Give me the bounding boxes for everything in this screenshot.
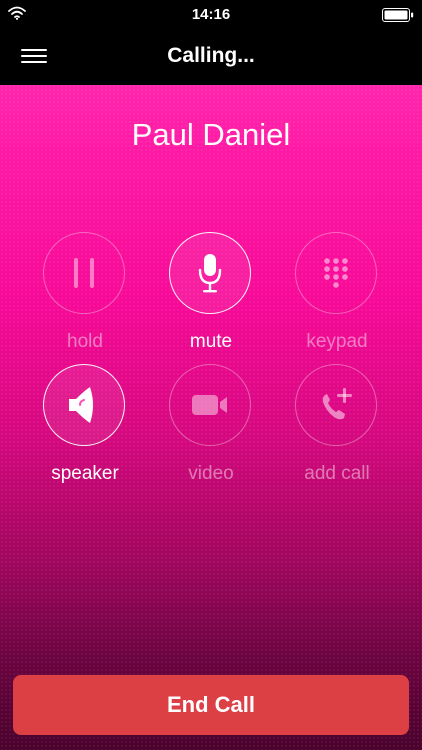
video-button[interactable] [169, 364, 251, 446]
status-time: 14:16 [191, 6, 231, 23]
keypad-button[interactable] [295, 232, 377, 314]
mute-control: mute [156, 232, 266, 362]
pause-icon [74, 258, 94, 288]
add-call-label: add call [304, 463, 370, 484]
video-control: video [156, 364, 266, 494]
add-call-control: add call [282, 364, 392, 494]
keypad-label: keypad [306, 331, 368, 352]
keypad-icon [324, 258, 348, 288]
add-call-button[interactable] [295, 364, 377, 446]
nav-bar: Calling... [0, 30, 422, 85]
hold-button[interactable] [43, 232, 125, 314]
speaker-label: speaker [51, 463, 119, 484]
page-title: Calling... [167, 44, 255, 67]
keypad-control: keypad [282, 232, 392, 362]
speaker-control: speaker [30, 364, 140, 494]
battery-icon [382, 8, 414, 22]
hold-label: hold [67, 331, 103, 352]
end-call-button[interactable]: End Call [13, 675, 409, 735]
calling-screen: 14:16 Calling... Paul Daniel hold mute k… [0, 0, 422, 750]
mute-label: mute [189, 331, 233, 352]
add-call-icon [322, 388, 352, 420]
hold-control: hold [30, 232, 140, 362]
mute-button[interactable] [169, 232, 251, 314]
caller-name: Paul Daniel [131, 117, 291, 152]
video-camera-icon [192, 395, 227, 415]
status-bar: 14:16 [0, 0, 422, 30]
speaker-button[interactable] [43, 364, 125, 446]
video-label: video [188, 463, 234, 484]
microphone-icon [198, 254, 222, 293]
speaker-icon [69, 387, 93, 423]
